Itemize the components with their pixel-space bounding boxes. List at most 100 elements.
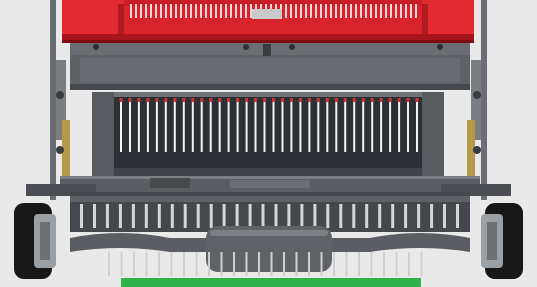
finger: [133, 252, 135, 276]
bolt: [289, 44, 295, 50]
tine-clip: [146, 98, 150, 102]
tine: [274, 204, 278, 228]
tine-clip: [388, 98, 392, 102]
finger: [283, 252, 285, 276]
tine: [155, 100, 158, 152]
grille-slat: [175, 4, 177, 18]
tine: [218, 100, 221, 152]
finger: [395, 252, 398, 276]
tine-clip: [236, 98, 240, 102]
tine: [263, 100, 266, 152]
grille-slat: [160, 4, 162, 18]
grille-slat: [380, 4, 382, 18]
tine: [299, 100, 302, 152]
grille-slat: [225, 4, 227, 18]
grille-slat: [410, 4, 412, 18]
tine: [173, 100, 176, 152]
tine: [157, 204, 161, 228]
grille-slat: [180, 4, 182, 18]
grille-slat: [360, 4, 362, 18]
bolt: [93, 44, 99, 50]
grille-slat: [235, 4, 237, 18]
tine-clip: [218, 98, 222, 102]
tine-clip: [343, 98, 347, 102]
tine-clip: [406, 98, 410, 102]
ground-strip: [121, 278, 421, 287]
tine-clip: [325, 98, 329, 102]
tine: [353, 100, 356, 152]
hopper-left-end: [62, 0, 124, 34]
tine-clip: [272, 98, 275, 102]
tine: [137, 100, 140, 152]
tine: [326, 100, 329, 152]
finger: [420, 252, 423, 276]
tine: [131, 204, 135, 228]
grille-slat: [305, 4, 307, 18]
finger: [345, 252, 348, 276]
tine: [146, 100, 149, 152]
tine: [80, 204, 83, 228]
tine: [339, 204, 343, 228]
finger: [270, 252, 273, 276]
tine: [344, 100, 347, 152]
tine: [272, 100, 275, 152]
finger: [383, 252, 385, 276]
tine: [144, 204, 148, 228]
tine: [227, 100, 230, 152]
tine: [235, 204, 239, 228]
tine: [417, 204, 421, 228]
tine: [261, 204, 265, 228]
tine-clip: [191, 98, 195, 102]
left-wheel: [14, 203, 56, 279]
tine: [236, 100, 239, 152]
grille-slat: [220, 4, 222, 18]
tine: [105, 204, 109, 228]
grille-slat: [365, 4, 367, 18]
right-wheel: [481, 203, 523, 279]
tine: [248, 204, 252, 228]
grille-slat: [285, 4, 287, 18]
grille-slat: [215, 4, 217, 18]
tine-clip: [415, 98, 419, 102]
finger: [245, 252, 248, 276]
grille-slat: [290, 4, 292, 18]
bolt: [437, 44, 443, 50]
grille-slat: [385, 4, 387, 18]
grille-slat: [195, 4, 197, 18]
tine: [209, 204, 213, 228]
tine: [326, 204, 330, 228]
tine: [191, 100, 194, 152]
tine: [362, 100, 365, 152]
tine-clip: [119, 98, 123, 102]
grille-slat: [310, 4, 312, 18]
grille-slat: [350, 4, 352, 18]
finger: [145, 252, 148, 276]
tine-clip: [307, 98, 311, 102]
tine: [290, 100, 293, 152]
tine: [391, 204, 395, 228]
finger: [220, 252, 223, 276]
tine: [245, 100, 248, 152]
grille-slat: [145, 4, 147, 18]
grille-slat: [355, 4, 357, 18]
grille-slat: [190, 4, 192, 18]
tine: [456, 204, 459, 228]
tine: [352, 204, 356, 228]
tine: [164, 100, 167, 152]
tine-clip: [281, 98, 284, 102]
tine: [416, 100, 418, 152]
grille-slat: [415, 4, 417, 18]
grille-slat: [325, 4, 327, 18]
tine: [120, 100, 122, 152]
tine-clip: [173, 98, 177, 102]
grille-slat: [395, 4, 397, 18]
tine-clip: [361, 98, 365, 102]
grille-slat: [135, 4, 137, 18]
tine: [254, 100, 257, 152]
tine: [300, 204, 304, 228]
tine: [443, 204, 446, 228]
tine: [380, 100, 383, 152]
grille-slat: [330, 4, 332, 18]
finger: [295, 252, 298, 276]
grille-slat: [375, 4, 377, 18]
